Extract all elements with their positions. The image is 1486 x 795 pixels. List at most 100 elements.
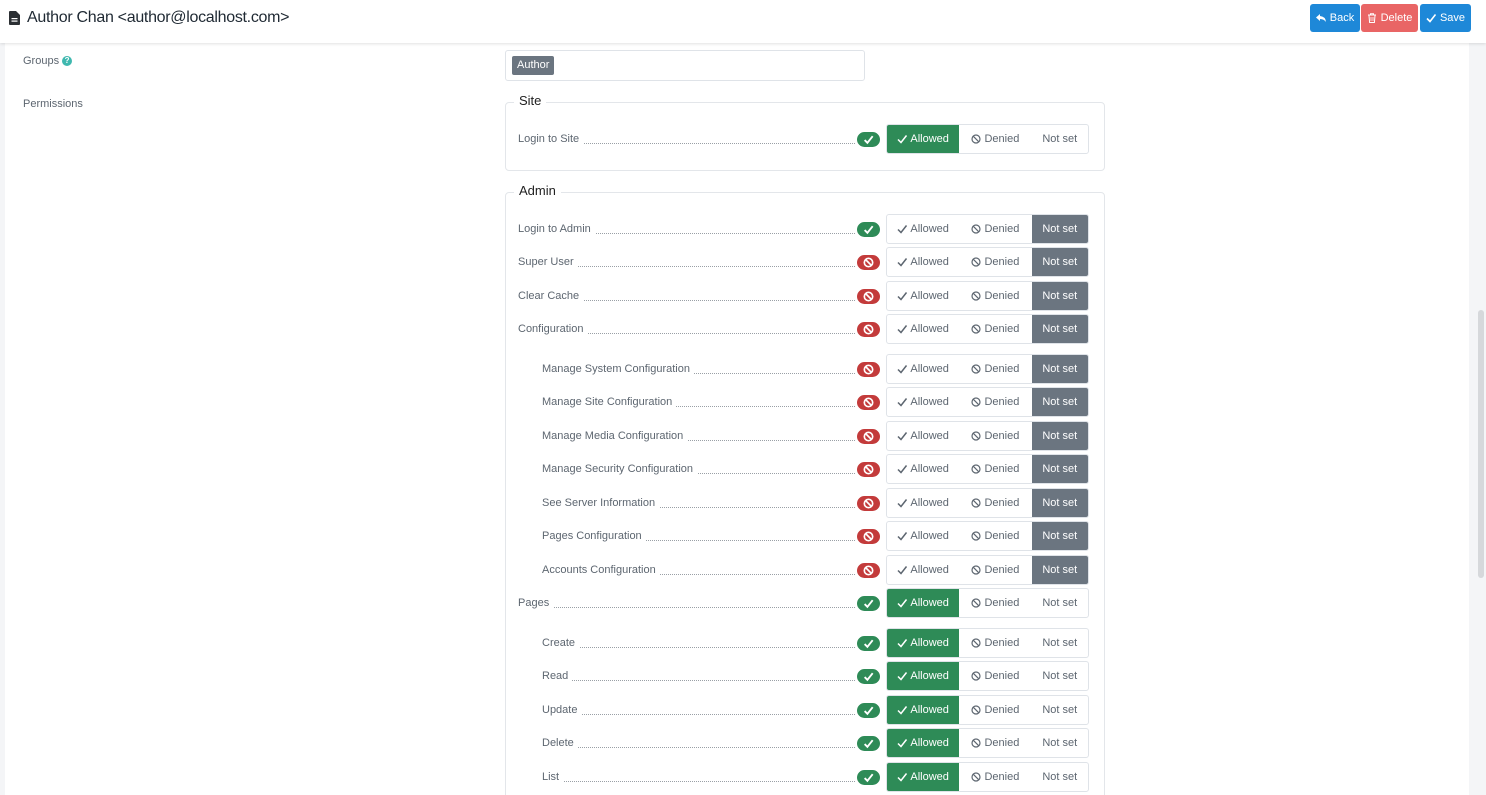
allowed-option[interactable]: Allowed [887,662,960,690]
not-set-option[interactable]: Not set [1031,315,1088,343]
allowed-option[interactable]: Allowed [887,248,959,276]
ban-icon [971,565,982,575]
denied-option[interactable]: Denied [959,455,1031,483]
not-set-option[interactable]: Not set [1031,522,1088,550]
permission-toggle-group: Allowed Denied Not set [886,214,1089,244]
ban-icon [971,638,982,648]
not-set-option[interactable]: Not set [1031,248,1088,276]
ban-icon [863,498,874,509]
denied-option[interactable]: Denied [959,696,1031,724]
allowed-option[interactable]: Allowed [887,355,959,383]
denied-option[interactable]: Denied [959,629,1031,657]
permission-row: Update Allowed Denied Not set [506,695,1106,725]
denied-label: Denied [984,530,1020,542]
denied-option[interactable]: Denied [959,215,1031,243]
help-icon[interactable]: ? [62,56,73,66]
group-tag-author[interactable]: Author [512,56,555,75]
delete-button[interactable]: Delete [1361,4,1418,32]
ban-icon [863,397,874,408]
trash-icon [1367,13,1376,23]
not-set-option[interactable]: Not set [1031,355,1088,383]
denied-option[interactable]: Denied [959,556,1031,584]
not-set-option[interactable]: Not set [1032,696,1088,724]
allowed-option[interactable]: Allowed [887,422,959,450]
status-denied-icon [857,429,880,444]
permission-label: Configuration [518,323,588,335]
denied-option[interactable]: Denied [959,763,1031,791]
allowed-option[interactable]: Allowed [887,315,959,343]
denied-option[interactable]: Denied [959,355,1031,383]
allowed-option[interactable]: Allowed [887,455,959,483]
save-button[interactable]: Save [1420,4,1471,32]
back-button[interactable]: Back [1310,4,1360,32]
allowed-option[interactable]: Allowed [887,282,959,310]
groups-input[interactable]: Author [505,50,865,81]
permission-label: List [542,771,564,783]
not-set-option[interactable]: Not set [1031,388,1088,416]
not-set-option[interactable]: Not set [1032,729,1088,757]
allowed-option[interactable]: Allowed [887,522,959,550]
allowed-option[interactable]: Allowed [887,763,960,791]
status-allowed-icon [857,736,880,751]
not-set-option[interactable]: Not set [1031,422,1088,450]
save-button-label: Save [1439,12,1466,24]
allowed-option[interactable]: Allowed [887,589,960,617]
permission-label: Accounts Configuration [542,564,660,576]
allowed-option[interactable]: Allowed [887,388,959,416]
allowed-option[interactable]: Allowed [887,729,960,757]
not-set-option[interactable]: Not set [1031,455,1088,483]
site-legend: Site [514,93,547,108]
denied-option[interactable]: Denied [959,662,1031,690]
allowed-label: Allowed [910,223,949,235]
not-set-label: Not set [1042,323,1078,335]
page-header: Author Chan <author@localhost.com> Back … [0,0,1486,43]
not-set-option[interactable]: Not set [1031,556,1088,584]
permission-row: Manage Media Configuration Allowed Denied N… [506,421,1106,451]
not-set-option[interactable]: Not set [1031,489,1088,517]
not-set-option[interactable]: Not set [1032,125,1088,153]
allowed-option[interactable]: Allowed [887,215,959,243]
not-set-label: Not set [1042,256,1078,268]
allowed-option[interactable]: Allowed [887,556,959,584]
not-set-option[interactable]: Not set [1031,215,1088,243]
denied-option[interactable]: Denied [959,522,1031,550]
permission-label: Manage Media Configuration [542,430,688,442]
dotted-leader [538,300,855,301]
check-icon [863,706,874,716]
denied-option[interactable]: Denied [959,422,1031,450]
denied-option[interactable]: Denied [959,489,1031,517]
not-set-option[interactable]: Not set [1031,282,1088,310]
not-set-option[interactable]: Not set [1032,589,1088,617]
denied-option[interactable]: Denied [959,125,1031,153]
not-set-option[interactable]: Not set [1032,662,1088,690]
denied-option[interactable]: Denied [959,315,1031,343]
denied-label: Denied [984,463,1020,475]
check-icon [863,639,874,649]
allowed-label: Allowed [910,430,949,442]
check-icon [897,706,908,715]
ban-icon [971,397,982,407]
denied-option[interactable]: Denied [959,388,1031,416]
permission-row: List Allowed Denied Not set [506,762,1106,792]
denied-option[interactable]: Denied [959,248,1031,276]
denied-option[interactable]: Denied [959,589,1031,617]
status-allowed-icon [857,636,880,651]
allowed-option[interactable]: Allowed [887,489,959,517]
allowed-option[interactable]: Allowed [887,629,960,657]
not-set-option[interactable]: Not set [1032,763,1088,791]
denied-option[interactable]: Denied [959,282,1031,310]
not-set-label: Not set [1042,430,1078,442]
check-icon [897,398,908,407]
allowed-option[interactable]: Allowed [887,125,960,153]
permission-label: Read [542,670,573,682]
status-allowed-icon [857,669,880,684]
admin-legend: Admin [514,183,561,198]
scrollbar[interactable] [1478,310,1484,578]
allowed-option[interactable]: Allowed [887,696,960,724]
ban-icon [971,671,982,681]
denied-option[interactable]: Denied [959,729,1031,757]
check-icon [863,672,874,682]
permission-toggle-group: Allowed Denied Not set [886,314,1089,344]
not-set-option[interactable]: Not set [1032,629,1088,657]
ban-icon [971,224,982,234]
